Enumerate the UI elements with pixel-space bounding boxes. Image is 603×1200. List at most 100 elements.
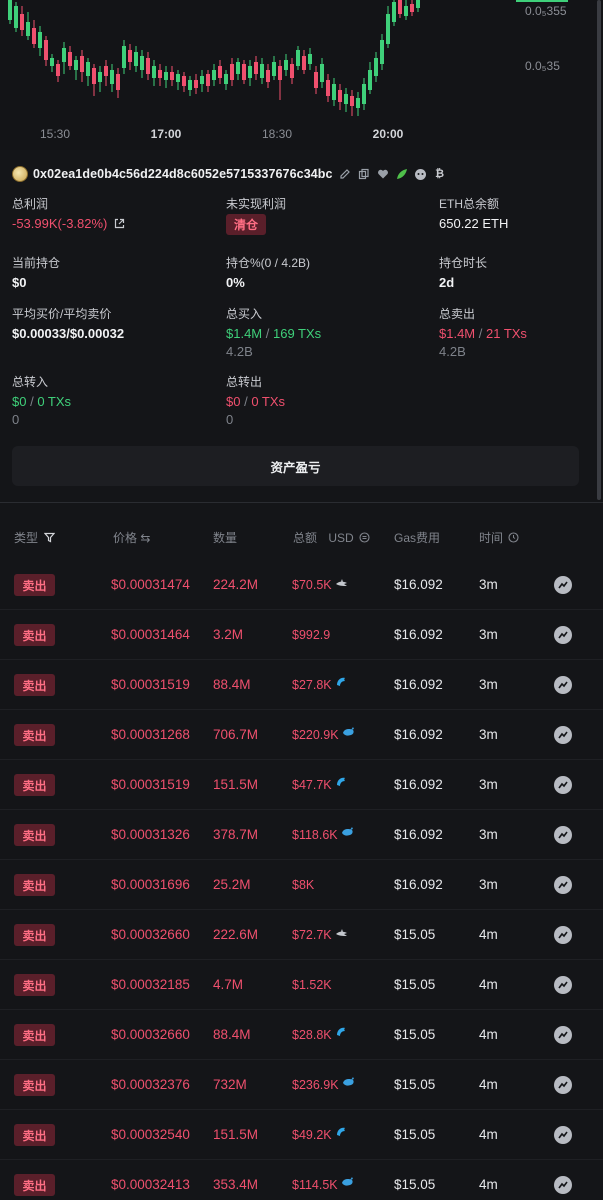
total-buy-sub: 4.2B (226, 344, 253, 359)
trade-amount: $47.7K (292, 776, 347, 794)
table-row[interactable]: 卖出 $0.00031326 378.7M $118.6K $16.092 3m (0, 810, 603, 860)
explorer-link-icon[interactable] (554, 976, 572, 994)
total-sell-value: $1.4M / 21 TXs (439, 325, 527, 343)
explorer-link-icon[interactable] (554, 1026, 572, 1044)
candle-body (128, 50, 132, 62)
gas-fee: $16.092 (394, 777, 443, 792)
scrollbar[interactable] (597, 0, 601, 500)
header-time-label: 时间 (479, 531, 504, 545)
unrealized-profit: 未实现利润 清仓 (226, 196, 286, 235)
total-sell-amount: $1.4M (439, 326, 476, 341)
candle-body (278, 66, 282, 80)
separator: / (262, 326, 273, 341)
dolphin-icon (335, 1026, 347, 1044)
header-type-label: 类型 (14, 531, 39, 545)
holding-percent: 持仓%(0 / 4.2B) 0% (226, 255, 310, 292)
trade-time: 3m (479, 627, 498, 642)
external-link-icon[interactable] (114, 216, 125, 234)
table-row[interactable]: 卖出 $0.00031268 706.7M $220.9K $16.092 3m (0, 710, 603, 760)
transfer-in-sub: 0 (12, 412, 20, 427)
trade-time: 3m (479, 777, 498, 792)
header-total[interactable]: 总额 USD (293, 529, 370, 546)
table-row[interactable]: 卖出 $0.00032660 88.4M $28.8K $15.05 4m (0, 1010, 603, 1060)
explorer-link-icon[interactable] (554, 1126, 572, 1144)
explorer-link-icon[interactable] (554, 726, 572, 744)
copy-icon[interactable] (357, 167, 371, 181)
total-profit-label: 总利润 (12, 197, 49, 211)
candle-body (356, 98, 360, 108)
gas-fee: $16.092 (394, 577, 443, 592)
avg-price: 平均买价/平均卖价 $0.00033/$0.00032 (12, 306, 124, 343)
heart-icon[interactable] (376, 167, 390, 181)
total-profit: 总利润 -53.99K(-3.82%) (12, 196, 125, 233)
candle-body (206, 74, 210, 86)
total-buy: 总买入 $1.4M / 169 TXs 4.2B (226, 306, 321, 360)
table-row[interactable]: 卖出 $0.00032185 4.7M $1.52K $15.05 4m (0, 960, 603, 1010)
table-row[interactable]: 卖出 $0.00031519 151.5M $47.7K $16.092 3m (0, 760, 603, 810)
transfer-out: 总转出 $0 / 0 TXs 0 (226, 374, 285, 428)
trade-time: 4m (479, 1127, 498, 1142)
explorer-link-icon[interactable] (554, 776, 572, 794)
candle-body (104, 66, 108, 76)
table-row[interactable]: 卖出 $0.00031696 25.2M $8K $16.092 3m (0, 860, 603, 910)
asset-pnl-button[interactable]: 资产盈亏 (12, 446, 579, 486)
wallet-row: 0x02ea1de0b4c56d224d8c6052e5715337676c34… (12, 164, 447, 184)
trade-amount: $28.8K (292, 1026, 347, 1044)
trade-time: 4m (479, 1177, 498, 1192)
candle-body (50, 58, 54, 66)
sell-badge: 卖出 (14, 1174, 55, 1196)
explorer-link-icon[interactable] (554, 1076, 572, 1094)
currency-switch-icon[interactable] (359, 532, 370, 543)
candle-body (146, 58, 150, 74)
explorer-link-icon[interactable] (554, 926, 572, 944)
trade-quantity: 353.4M (213, 1177, 259, 1192)
header-total-label: 总额 (293, 531, 318, 545)
explorer-link-icon[interactable] (554, 676, 572, 694)
explorer-link-icon[interactable] (554, 876, 572, 894)
candle-body (410, 4, 414, 12)
table-row[interactable]: 卖出 $0.00032413 353.4M $114.5K $15.05 4m (0, 1160, 603, 1200)
explorer-link-icon[interactable] (554, 1176, 572, 1194)
transfer-out-amount: $0 (226, 394, 241, 409)
table-row[interactable]: 卖出 $0.00032540 151.5M $49.2K $15.05 4m (0, 1110, 603, 1160)
table-row[interactable]: 卖出 $0.00031474 224.2M $70.5K $16.092 3m (0, 560, 603, 610)
total-sell-sub: 4.2B (439, 344, 466, 359)
avatar (12, 166, 28, 182)
table-row[interactable]: 卖出 $0.00031464 3.2M $992.9 $16.092 3m (0, 610, 603, 660)
trade-amount: $992.9 (292, 626, 330, 644)
separator: / (240, 394, 252, 409)
table-row[interactable]: 卖出 $0.00032660 222.6M $72.7K $15.05 4m (0, 910, 603, 960)
table-row[interactable]: 卖出 $0.00031519 88.4M $27.8K $16.092 3m (0, 660, 603, 710)
trade-amount: $220.9K (292, 726, 355, 744)
time-tick: 18:30 (261, 127, 293, 141)
trade-quantity: 4.7M (213, 977, 244, 992)
candle-body (272, 62, 276, 76)
trade-quantity: 732M (213, 1077, 247, 1092)
filter-icon[interactable] (44, 532, 56, 543)
explorer-link-icon[interactable] (554, 826, 572, 844)
edit-icon[interactable] (338, 167, 352, 181)
explorer-link-icon[interactable] (554, 626, 572, 644)
total-sell: 总卖出 $1.4M / 21 TXs 4.2B (439, 306, 527, 360)
header-price[interactable]: 价格 ⇆ (113, 529, 150, 546)
table-row[interactable]: 卖出 $0.00032376 732M $236.9K $15.05 4m (0, 1060, 603, 1110)
trade-time: 3m (479, 577, 498, 592)
shark-icon (335, 926, 348, 944)
wallet-address[interactable]: 0x02ea1de0b4c56d224d8c6052e5715337676c34… (33, 167, 333, 181)
candle-body (320, 64, 324, 82)
explorer-link-icon[interactable] (554, 576, 572, 594)
trade-amount-value: $992.9 (292, 628, 331, 642)
candle-body (170, 72, 174, 80)
header-type[interactable]: 类型 (14, 529, 56, 546)
candle-body (62, 48, 66, 62)
candle-body (314, 72, 318, 88)
gas-fee: $16.092 (394, 627, 443, 642)
trade-amount: $70.5K (292, 576, 348, 594)
header-time[interactable]: 时间 (479, 529, 519, 546)
trade-time: 3m (479, 727, 498, 742)
price-chart[interactable]: 0.0₅355 0.0₅35 15:30 17:00 18:30 20:00 (0, 0, 603, 150)
clock-icon[interactable] (508, 532, 519, 543)
trade-quantity: 88.4M (213, 1027, 251, 1042)
candle-body (344, 94, 348, 104)
candle-body (374, 58, 378, 76)
